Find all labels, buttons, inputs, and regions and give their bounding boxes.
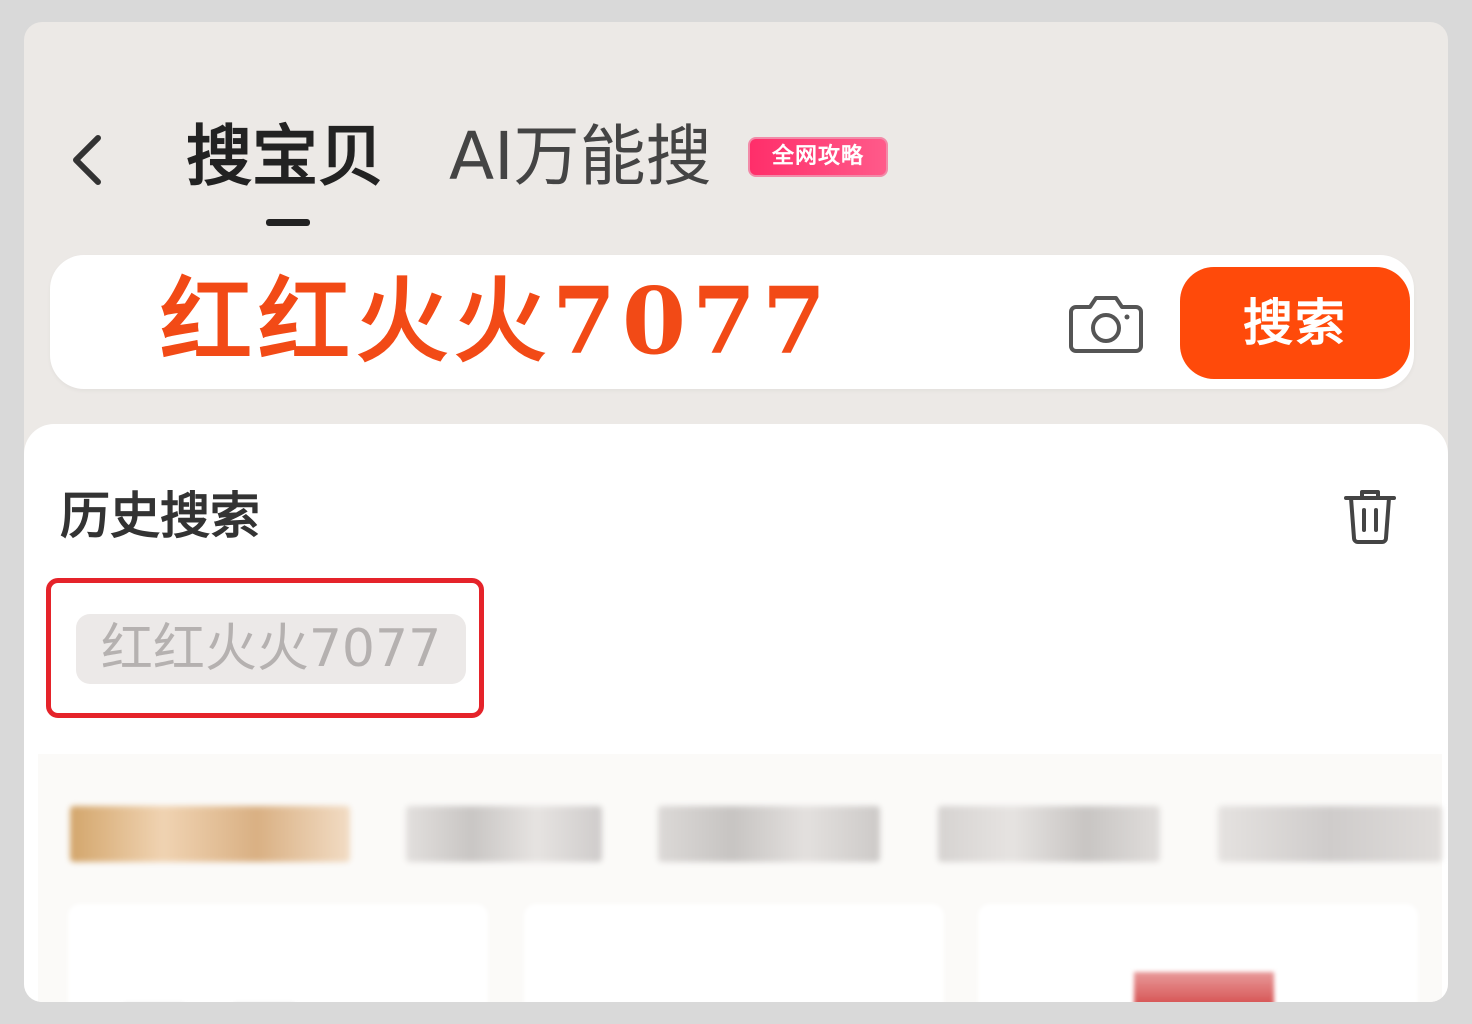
blurred-card	[68, 904, 488, 1002]
tab-ai-search[interactable]: AI万能搜	[449, 117, 712, 197]
camera-icon[interactable]	[1068, 289, 1144, 357]
history-title: 历史搜索	[60, 487, 260, 545]
blurred-recommendations	[38, 754, 1442, 1002]
ai-search-badge: 全网攻略	[748, 137, 888, 177]
blurred-tag	[658, 806, 880, 862]
blurred-card	[524, 904, 944, 1002]
search-bar[interactable]: 红红火火7077 搜索	[50, 255, 1414, 389]
back-chevron-icon[interactable]	[66, 130, 110, 190]
blurred-tag	[70, 806, 350, 862]
tab-search-products[interactable]: 搜宝贝	[186, 117, 384, 197]
blurred-tag	[938, 806, 1160, 862]
search-query-overlay: 红红火火7077	[160, 267, 833, 375]
app-frame: 搜宝贝 AI万能搜 全网攻略 红红火火7077 搜索 历史搜索 红红火火7077	[24, 22, 1448, 1002]
blurred-element	[1134, 972, 1274, 1002]
active-tab-indicator	[266, 219, 310, 226]
blurred-tag	[1218, 806, 1442, 862]
blurred-tag	[406, 806, 602, 862]
trash-icon[interactable]	[1342, 484, 1398, 544]
search-button[interactable]: 搜索	[1180, 267, 1410, 379]
history-item[interactable]: 红红火火7077	[76, 614, 466, 684]
history-panel: 历史搜索 红红火火7077	[24, 424, 1448, 1002]
